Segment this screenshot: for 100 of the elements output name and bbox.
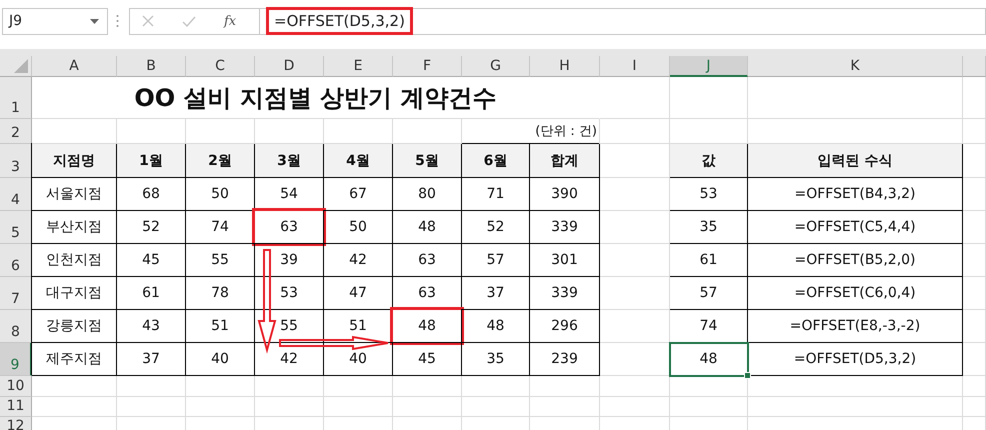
empty-cell[interactable] bbox=[748, 397, 963, 417]
empty-cell[interactable] bbox=[600, 376, 670, 397]
empty-cell[interactable] bbox=[670, 119, 748, 144]
confirm-icon[interactable] bbox=[182, 16, 196, 26]
row-header[interactable]: 1 bbox=[0, 77, 32, 119]
empty-cell[interactable] bbox=[393, 376, 462, 397]
table-cell: 40 bbox=[324, 343, 393, 376]
table-cell: =OFFSET(B5,2,0) bbox=[748, 244, 963, 277]
empty-cell[interactable] bbox=[393, 119, 462, 144]
table-cell: 47 bbox=[324, 277, 393, 310]
empty-cell[interactable] bbox=[963, 244, 986, 277]
empty-cell[interactable] bbox=[393, 397, 462, 417]
empty-cell[interactable] bbox=[748, 119, 963, 144]
empty-cell[interactable] bbox=[530, 397, 600, 417]
column-header[interactable]: B bbox=[117, 56, 186, 77]
empty-cell[interactable] bbox=[963, 376, 986, 397]
name-box[interactable]: J9 bbox=[2, 8, 108, 34]
row-header[interactable]: 7 bbox=[0, 277, 32, 310]
table-cell: 39 bbox=[255, 244, 324, 277]
table-cell[interactable]: 74 bbox=[670, 310, 748, 343]
empty-cell[interactable] bbox=[670, 77, 748, 119]
column-header[interactable]: I bbox=[600, 56, 670, 77]
row-header[interactable]: 2 bbox=[0, 119, 32, 144]
empty-cell[interactable] bbox=[963, 144, 986, 178]
dropdown-caret-icon[interactable] bbox=[90, 18, 99, 24]
empty-cell[interactable] bbox=[600, 178, 670, 211]
empty-cell[interactable] bbox=[670, 397, 748, 417]
row-header[interactable]: 3 bbox=[0, 144, 32, 178]
empty-cell[interactable] bbox=[600, 77, 670, 119]
column-header[interactable]: C bbox=[186, 56, 255, 77]
row-header[interactable]: 11 bbox=[0, 397, 32, 417]
column-header[interactable]: K bbox=[748, 56, 963, 77]
table-cell: 42 bbox=[255, 343, 324, 376]
empty-cell[interactable] bbox=[186, 397, 255, 417]
row-header[interactable]: 9 bbox=[0, 343, 32, 376]
empty-cell[interactable] bbox=[963, 397, 986, 417]
empty-cell[interactable] bbox=[324, 397, 393, 417]
row-header[interactable]: 12 bbox=[0, 417, 32, 430]
table-cell: =OFFSET(B4,3,2) bbox=[748, 178, 963, 211]
table-cell: =OFFSET(C5,4,4) bbox=[748, 211, 963, 244]
empty-cell[interactable] bbox=[117, 119, 186, 144]
cancel-icon[interactable] bbox=[142, 15, 154, 27]
column-header[interactable]: H bbox=[530, 56, 600, 77]
empty-cell[interactable] bbox=[324, 376, 393, 397]
empty-cell[interactable] bbox=[462, 397, 530, 417]
empty-cell[interactable] bbox=[748, 77, 963, 119]
table-cell: 239 bbox=[530, 343, 600, 376]
column-header[interactable]: F bbox=[393, 56, 462, 77]
column-header[interactable] bbox=[963, 56, 986, 77]
empty-cell[interactable] bbox=[600, 119, 670, 144]
empty-cell[interactable] bbox=[963, 343, 986, 376]
column-header[interactable]: D bbox=[255, 56, 324, 77]
column-header[interactable]: E bbox=[324, 56, 393, 77]
fill-handle[interactable] bbox=[744, 372, 751, 379]
row-header[interactable]: 8 bbox=[0, 310, 32, 343]
empty-cell[interactable] bbox=[600, 397, 670, 417]
empty-cell[interactable] bbox=[324, 119, 393, 144]
empty-cell[interactable] bbox=[600, 310, 670, 343]
row-header[interactable]: 6 bbox=[0, 244, 32, 277]
empty-cell[interactable] bbox=[963, 310, 986, 343]
row-header[interactable]: 4 bbox=[0, 178, 32, 211]
table-cell[interactable]: 57 bbox=[670, 277, 748, 310]
row-header[interactable]: 5 bbox=[0, 211, 32, 244]
column-heading: 2월 bbox=[186, 144, 255, 178]
empty-cell[interactable] bbox=[600, 211, 670, 244]
column-heading: 값 bbox=[670, 144, 748, 178]
column-header[interactable]: A bbox=[32, 56, 117, 77]
table-cell[interactable]: 53 bbox=[670, 178, 748, 211]
empty-cell[interactable] bbox=[462, 376, 530, 397]
row-header[interactable]: 10 bbox=[0, 376, 32, 397]
formula-input[interactable]: =OFFSET(D5,3,2) bbox=[259, 8, 986, 34]
empty-cell[interactable] bbox=[186, 376, 255, 397]
table-cell: 40 bbox=[186, 343, 255, 376]
insert-function-button[interactable]: fx bbox=[224, 14, 236, 28]
empty-cell[interactable] bbox=[186, 119, 255, 144]
select-all-icon[interactable] bbox=[14, 59, 28, 73]
empty-cell[interactable] bbox=[963, 277, 986, 310]
empty-cell[interactable] bbox=[117, 376, 186, 397]
column-header[interactable]: J bbox=[670, 56, 748, 77]
table-cell: 53 bbox=[255, 277, 324, 310]
drag-handle-icon[interactable] bbox=[116, 14, 119, 28]
empty-cell[interactable] bbox=[117, 397, 186, 417]
empty-cell[interactable] bbox=[530, 376, 600, 397]
empty-cell[interactable] bbox=[670, 376, 748, 397]
empty-cell[interactable] bbox=[255, 397, 324, 417]
empty-cell[interactable] bbox=[963, 178, 986, 211]
empty-cell[interactable] bbox=[963, 119, 986, 144]
empty-cell[interactable] bbox=[600, 244, 670, 277]
table-cell[interactable]: 61 bbox=[670, 244, 748, 277]
table-cell[interactable]: 48 bbox=[670, 343, 748, 376]
empty-cell[interactable] bbox=[255, 119, 324, 144]
empty-cell[interactable] bbox=[963, 211, 986, 244]
empty-cell[interactable] bbox=[255, 376, 324, 397]
column-heading: 3월 bbox=[255, 144, 324, 178]
empty-cell[interactable] bbox=[600, 277, 670, 310]
table-cell: 대구지점 bbox=[32, 277, 117, 310]
column-header[interactable]: G bbox=[462, 56, 530, 77]
table-cell[interactable]: 35 bbox=[670, 211, 748, 244]
empty-cell[interactable] bbox=[748, 376, 963, 397]
table-cell: 45 bbox=[117, 244, 186, 277]
